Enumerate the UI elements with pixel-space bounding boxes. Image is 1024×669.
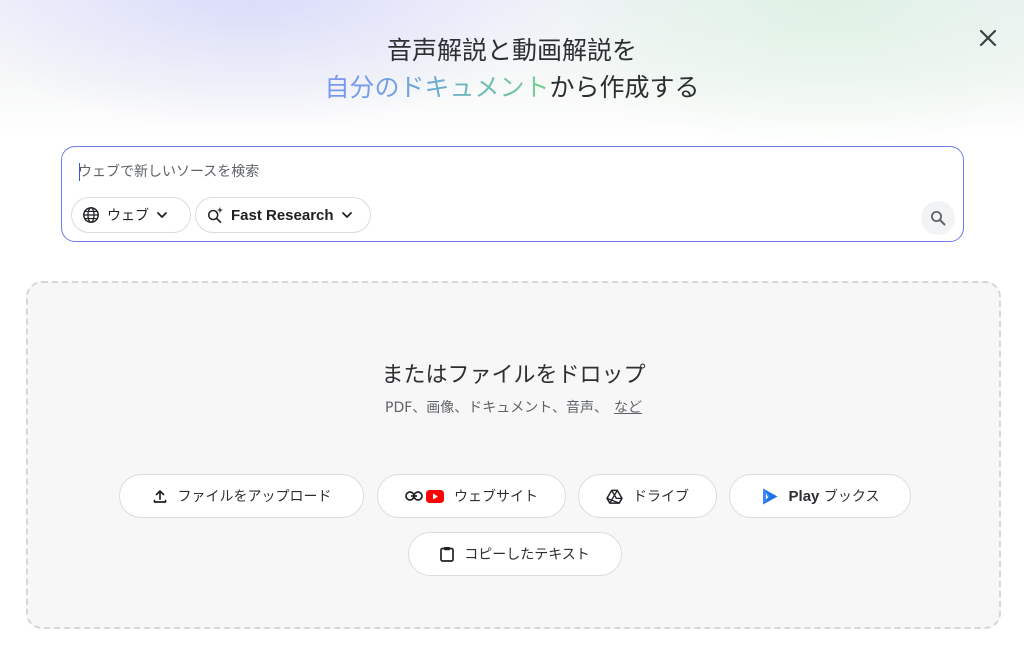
dialog-title-line1: 音声解説と動画解説を xyxy=(386,36,637,65)
dialog-title-line2: 自分のドキュメントから作成する xyxy=(0,69,1024,106)
play-books-icon xyxy=(762,488,778,504)
clipboard-icon xyxy=(440,547,455,562)
drive-icon xyxy=(606,489,623,504)
upload-icon xyxy=(153,490,166,503)
drop-zone-subtitle: PDF、画像、ドキュメント、音声、 など xyxy=(28,397,999,417)
more-formats-link[interactable]: など xyxy=(614,400,642,416)
chevron-down-icon xyxy=(341,212,352,218)
add-sources-dialog: 音声解説と動画解説を 自分のドキュメントから作成する ウェブ Fast Rese… xyxy=(0,0,1024,669)
dialog-title: 音声解説と動画解説を 自分のドキュメントから作成する xyxy=(0,32,1024,106)
play-books-source-button[interactable]: Play ブックス xyxy=(729,474,911,518)
website-source-button[interactable]: ウェブサイト xyxy=(377,474,566,518)
source-type-label: ウェブ xyxy=(107,208,149,224)
search-icon xyxy=(931,211,946,226)
supported-formats-text: PDF、画像、ドキュメント、音声、 xyxy=(385,400,608,416)
upload-file-label: ファイルをアップロード xyxy=(177,489,332,505)
drive-source-button[interactable]: ドライブ xyxy=(578,474,717,518)
website-source-label: ウェブサイト xyxy=(454,489,538,505)
dialog-title-highlight: 自分のドキュメント xyxy=(324,73,550,102)
play-books-label: Play ブックス xyxy=(789,486,880,506)
drive-source-label: ドライブ xyxy=(633,489,689,505)
upload-file-button[interactable]: ファイルをアップロード xyxy=(119,474,364,518)
drop-zone-title: またはファイルをドロップ xyxy=(381,363,646,388)
play-books-label-rest: ブックス xyxy=(823,489,880,505)
youtube-icon xyxy=(426,489,444,503)
research-mode-dropdown[interactable]: Fast Research xyxy=(195,197,371,233)
globe-icon xyxy=(83,207,99,223)
chevron-down-icon xyxy=(157,212,167,218)
web-search-box: ウェブ Fast Research xyxy=(61,146,964,242)
text-caret xyxy=(79,163,80,181)
play-books-label-strong: Play xyxy=(788,488,820,505)
source-type-dropdown[interactable]: ウェブ xyxy=(71,197,191,233)
pasted-text-source-button[interactable]: コピーしたテキスト xyxy=(408,532,622,576)
pasted-text-label: コピーしたテキスト xyxy=(464,547,590,563)
file-drop-zone[interactable]: またはファイルをドロップ PDF、画像、ドキュメント、音声、 など ファイルをアッ… xyxy=(26,281,1001,629)
sparkle-search-icon xyxy=(207,206,224,224)
search-input[interactable] xyxy=(78,161,898,183)
search-submit-button[interactable] xyxy=(921,201,955,235)
link-icon xyxy=(405,491,423,501)
dialog-title-rest: から作成する xyxy=(549,73,700,102)
research-mode-label: Fast Research xyxy=(231,206,334,224)
website-icons xyxy=(405,489,444,503)
